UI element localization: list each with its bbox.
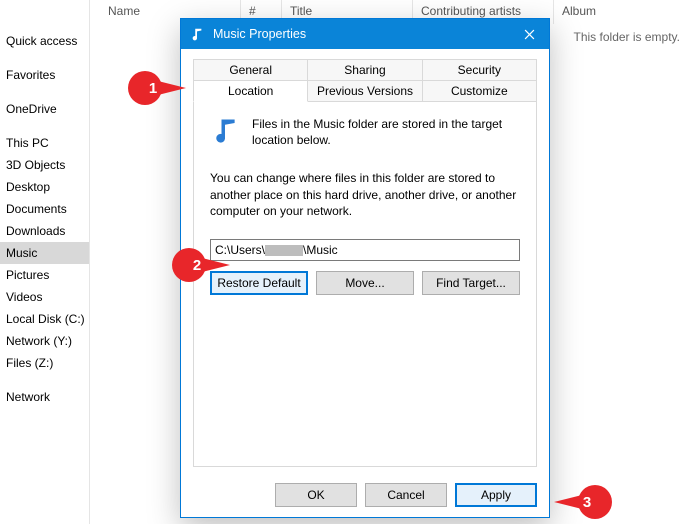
tab-general[interactable]: General [193,59,308,81]
empty-folder-msg: This folder is empty. [574,30,680,44]
redacted-username [265,245,303,256]
annotation-3: 3 [554,485,612,519]
tab-location[interactable]: Location [193,80,308,102]
sidebar-item[interactable]: Network (Y:) [0,330,89,352]
tab-strip: General Sharing Security Location Previo… [193,59,537,102]
column-album[interactable]: Album [554,0,700,24]
sidebar-item[interactable]: This PC [0,132,89,154]
close-icon [524,29,535,40]
sidebar-item[interactable]: Local Disk (C:) [0,308,89,330]
sidebar-item[interactable]: Documents [0,198,89,220]
ok-button[interactable]: OK [275,483,357,507]
sidebar-item[interactable]: OneDrive [0,98,89,120]
sidebar-item[interactable]: Quick access [0,30,89,52]
dialog-titlebar[interactable]: Music Properties [181,19,549,49]
tab-panel-location: Files in the Music folder are stored in … [193,101,537,467]
sidebar-item[interactable]: Desktop [0,176,89,198]
apply-button[interactable]: Apply [455,483,537,507]
move-button[interactable]: Move... [316,271,414,295]
sidebar-item[interactable]: Videos [0,286,89,308]
tab-previous-versions[interactable]: Previous Versions [308,80,422,102]
location-path-input[interactable]: C:\Users\\Music [210,239,520,261]
annotation-1: 1 [128,71,186,105]
close-button[interactable] [509,19,549,49]
dialog-footer: OK Cancel Apply [181,475,549,517]
music-note-icon [210,116,240,148]
sidebar-item[interactable]: Pictures [0,264,89,286]
location-description-2: You can change where files in this folde… [210,170,520,219]
annotation-2: 2 [172,248,230,282]
tab-security[interactable]: Security [423,59,537,81]
path-suffix: \Music [303,243,338,257]
tab-sharing[interactable]: Sharing [308,59,422,81]
dialog-title: Music Properties [213,27,509,41]
explorer-sidebar: Quick access Favorites OneDrive This PC … [0,0,90,524]
sidebar-item[interactable]: Network [0,386,89,408]
cancel-button[interactable]: Cancel [365,483,447,507]
location-description-1: Files in the Music folder are stored in … [252,116,520,148]
properties-dialog: Music Properties General Sharing Securit… [180,18,550,518]
sidebar-item[interactable]: 3D Objects [0,154,89,176]
find-target-button[interactable]: Find Target... [422,271,520,295]
sidebar-item[interactable]: Downloads [0,220,89,242]
tab-customize[interactable]: Customize [423,80,537,102]
sidebar-item[interactable]: Files (Z:) [0,352,89,374]
sidebar-item-music[interactable]: Music [0,242,89,264]
sidebar-item[interactable]: Favorites [0,64,89,86]
music-note-icon [189,26,205,42]
